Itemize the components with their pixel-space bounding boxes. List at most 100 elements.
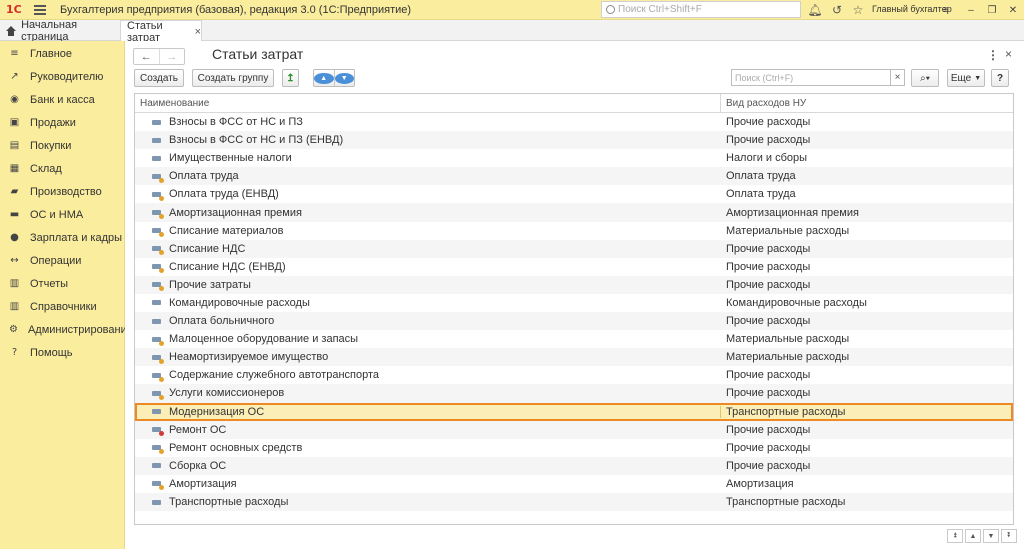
move-up-button[interactable]: ▲ bbox=[314, 70, 334, 86]
cell-name: Оплата труда bbox=[135, 170, 721, 183]
star-icon[interactable]: ☆ bbox=[851, 3, 865, 17]
table-row[interactable]: Оплата труда Оплата труда bbox=[135, 167, 1013, 186]
table-row[interactable]: Транспортные расходы Транспортные расходы bbox=[135, 492, 1013, 512]
table-row[interactable]: Списание НДС Прочие расходы bbox=[135, 239, 1013, 258]
back-button[interactable]: ← bbox=[134, 49, 159, 64]
scroll-top-button[interactable]: ⏫︎ bbox=[947, 529, 963, 543]
column-name-header[interactable]: Наименование bbox=[135, 94, 721, 112]
cell-name: Оплата труда (ЕНВД) bbox=[135, 188, 721, 201]
cell-kind: Прочие расходы bbox=[726, 278, 811, 291]
create-group-button[interactable]: Создать группу bbox=[192, 69, 274, 87]
cell-name-text: Ремонт ОС bbox=[169, 423, 227, 436]
table-row[interactable]: Списание НДС (ЕНВД) Прочие расходы bbox=[135, 258, 1013, 276]
global-search-input[interactable]: Поиск Ctrl+Shift+F bbox=[601, 1, 801, 18]
main-menu-icon[interactable] bbox=[34, 4, 46, 15]
tab-expense-items[interactable]: Статьи затрат × bbox=[120, 20, 202, 44]
expense-item-icon bbox=[152, 481, 164, 491]
expense-item-icon bbox=[152, 390, 164, 400]
scroll-down-button[interactable]: ▼ bbox=[983, 529, 999, 543]
move-down-button[interactable]: ▼ bbox=[333, 70, 354, 86]
table-row[interactable]: Оплата больничного Прочие расходы bbox=[135, 312, 1013, 331]
more-options-icon[interactable]: ⋮ bbox=[987, 48, 999, 62]
menu-icon: ≡ bbox=[10, 48, 19, 59]
expense-item-icon bbox=[152, 463, 161, 469]
bell-icon[interactable]: 🔔︎ bbox=[807, 3, 822, 17]
table-row-selected[interactable]: Модернизация ОС Транспортные расходы bbox=[135, 402, 1013, 421]
table-row[interactable]: Взносы в ФСС от НС и ПЗ (ЕНВД) Прочие рас… bbox=[135, 131, 1013, 150]
table-row[interactable]: Неамортизируемое имущество Материальные р… bbox=[135, 348, 1013, 367]
add-to-list-button[interactable]: ↥ bbox=[282, 69, 299, 87]
create-button[interactable]: Создать bbox=[134, 69, 184, 87]
cell-name: Взносы в ФСС от НС и ПЗ bbox=[135, 116, 721, 128]
expense-item-icon bbox=[152, 427, 164, 437]
close-window-icon[interactable]: ✕ bbox=[1005, 2, 1021, 18]
sidebar-item[interactable]: ▬ ОС и НМА bbox=[0, 203, 124, 226]
sidebar-item[interactable]: ≡ Главное bbox=[0, 42, 124, 65]
more-button[interactable]: Еще ▼ bbox=[947, 69, 985, 87]
expense-item-icon bbox=[152, 354, 164, 364]
close-form-icon[interactable]: × bbox=[1005, 47, 1012, 61]
sidebar-item[interactable]: ▥ Справочники bbox=[0, 295, 124, 318]
cell-kind: Материальные расходы bbox=[726, 224, 850, 237]
cell-kind: Транспортные расходы bbox=[726, 496, 846, 509]
table-row[interactable]: Содержание служебного автотранспорта Проч… bbox=[135, 366, 1013, 384]
table-row[interactable]: Ремонт основных средств Прочие расходы bbox=[135, 439, 1013, 457]
cell-name-text: Списание НДС (ЕНВД) bbox=[169, 260, 286, 273]
table-row[interactable]: Ремонт ОС Прочие расходы bbox=[135, 420, 1013, 439]
minimize-icon[interactable]: – bbox=[963, 2, 979, 18]
search-clear-icon[interactable]: × bbox=[891, 69, 905, 86]
table-row[interactable]: Малоценное оборудование и запасы Материал… bbox=[135, 330, 1013, 348]
table-row[interactable]: Амортизационная премия Амортизационная пр… bbox=[135, 203, 1013, 222]
table-row[interactable]: Взносы в ФСС от НС и ПЗ Прочие расходы bbox=[135, 113, 1013, 131]
sidebar-item[interactable]: ▤ Покупки bbox=[0, 134, 124, 157]
sidebar-item[interactable]: ↗ Руководителю bbox=[0, 65, 124, 88]
sidebar-item-label: Операции bbox=[30, 254, 82, 267]
sidebar-item[interactable]: ▥ Отчеты bbox=[0, 272, 124, 295]
cell-name: Неамортизируемое имущество bbox=[135, 351, 721, 364]
table-row[interactable]: Командировочные расходы Командировочные р… bbox=[135, 294, 1013, 312]
settings-menu-icon[interactable]: ≡ bbox=[938, 2, 954, 18]
sidebar-item[interactable]: ▣ Продажи bbox=[0, 111, 124, 134]
sidebar-item[interactable]: ▦ Склад bbox=[0, 157, 124, 180]
cell-name: Ремонт ОС bbox=[135, 423, 721, 437]
table-row[interactable]: Имущественные налоги Налоги и сборы bbox=[135, 149, 1013, 167]
table-row[interactable]: Амортизация Амортизация bbox=[135, 475, 1013, 493]
restore-icon[interactable]: ❐ bbox=[984, 2, 1000, 18]
list-search-input[interactable]: Поиск (Ctrl+F) bbox=[731, 69, 891, 86]
tab-close-icon[interactable]: × bbox=[195, 26, 201, 38]
table-row[interactable]: Услуги комиссионеров Прочие расходы bbox=[135, 384, 1013, 403]
expense-item-icon bbox=[152, 499, 161, 505]
forward-button[interactable]: → bbox=[158, 49, 185, 64]
cell-kind: Оплата труда bbox=[726, 170, 796, 183]
sidebar-item[interactable]: ? Помощь bbox=[0, 341, 124, 364]
column-kind-header[interactable]: Вид расходов НУ bbox=[721, 94, 1013, 112]
scroll-bottom-button[interactable]: ⏬︎ bbox=[1001, 529, 1017, 543]
sidebar-item-label: Покупки bbox=[30, 139, 72, 152]
add-icon: ↥ bbox=[286, 72, 295, 84]
table-row[interactable]: Сборка ОС Прочие расходы bbox=[135, 456, 1013, 475]
cell-kind: Налоги и сборы bbox=[726, 152, 808, 165]
help-button[interactable]: ? bbox=[991, 69, 1009, 87]
tab-home[interactable]: Начальная страница bbox=[0, 19, 118, 43]
cell-name-text: Оплата труда (ЕНВД) bbox=[169, 188, 279, 201]
title-bar: 1С Бухгалтерия предприятия (базовая), ре… bbox=[0, 0, 1024, 20]
history-icon[interactable]: ↺ bbox=[830, 3, 844, 17]
cell-kind: Амортизационная премия bbox=[726, 206, 859, 219]
table-row[interactable]: Оплата труда (ЕНВД) Оплата труда bbox=[135, 185, 1013, 203]
sidebar-item[interactable]: ● Зарплата и кадры bbox=[0, 226, 124, 249]
sidebar-item[interactable]: ↔ Операции bbox=[0, 249, 124, 272]
table-row[interactable]: Списание материалов Материальные расходы bbox=[135, 222, 1013, 240]
magnifier-icon: ⌕▾ bbox=[920, 72, 930, 84]
sidebar-item-label: Склад bbox=[30, 162, 62, 175]
expense-item-icon bbox=[152, 173, 164, 183]
cell-kind: Прочие расходы bbox=[726, 116, 811, 129]
box-icon: ▦ bbox=[9, 163, 20, 174]
table-row[interactable]: Прочие затраты Прочие расходы bbox=[135, 275, 1013, 294]
sidebar-item[interactable]: ▰ Производство bbox=[0, 180, 124, 203]
search-options-button[interactable]: ⌕▾ bbox=[911, 69, 939, 87]
sidebar-item[interactable]: ⚙ Администрирование bbox=[0, 318, 133, 341]
scroll-up-button[interactable]: ▲ bbox=[965, 529, 981, 543]
cell-name-text: Амортизация bbox=[169, 477, 237, 490]
cell-kind: Материальные расходы bbox=[726, 333, 850, 346]
sidebar-item[interactable]: ◉ Банк и касса bbox=[0, 88, 124, 111]
